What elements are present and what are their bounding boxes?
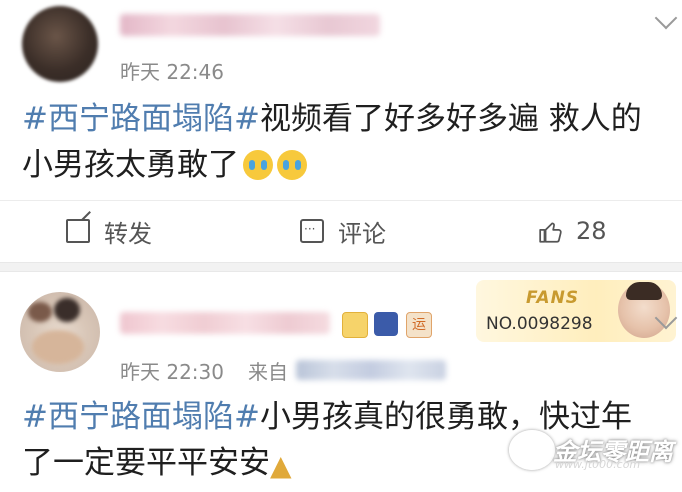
hashtag-link[interactable]: #西宁路面塌陷#	[22, 399, 260, 435]
watermark-url: www.jt000.com	[555, 458, 641, 471]
username-blurred[interactable]	[120, 14, 380, 36]
watermark: 金坛零距离 www.jt000.com	[505, 422, 675, 471]
source-label: 来自	[248, 360, 288, 384]
chevron-down-icon[interactable]	[654, 6, 678, 30]
username-blurred[interactable]	[120, 312, 330, 334]
comment-label: 评论	[338, 219, 386, 248]
crown-icon[interactable]	[342, 312, 368, 338]
fans-card[interactable]: FANS NO.0098298	[476, 280, 676, 342]
post-timestamp: 昨天 22:46	[120, 60, 224, 84]
post-timestamp: 昨天 22:30	[120, 360, 224, 384]
repost-button[interactable]: 转发	[66, 215, 152, 248]
post-separator	[0, 262, 682, 272]
post-text: #西宁路面塌陷#视频看了好多好多遍 救人的小男孩太勇敢了	[22, 96, 662, 188]
comment-button[interactable]: 评论	[300, 215, 386, 248]
like-count: 28	[576, 217, 607, 245]
source-blurred[interactable]	[296, 360, 446, 380]
praying-hands-emoji: ▲	[270, 449, 292, 482]
watermark-logo-icon	[509, 430, 555, 470]
comment-icon	[300, 219, 324, 243]
crying-emoji	[277, 150, 307, 180]
repost-label: 转发	[104, 219, 152, 248]
like-button[interactable]: 28	[538, 215, 607, 247]
fans-title: FANS	[526, 288, 580, 308]
avatar[interactable]	[22, 6, 98, 82]
weibo-post-1: 昨天 22:46 #西宁路面塌陷#视频看了好多好多遍 救人的小男孩太勇敢了 转发…	[0, 0, 682, 262]
fans-number: NO.0098298	[486, 314, 593, 334]
avatar[interactable]	[20, 292, 100, 372]
hashtag-link[interactable]: #西宁路面塌陷#	[22, 101, 260, 137]
star-icon[interactable]	[374, 312, 398, 336]
action-bar: 转发 评论 28	[0, 200, 682, 261]
crying-emoji	[243, 150, 273, 180]
yun-badge[interactable]: 运	[406, 312, 432, 338]
thumbs-up-icon	[538, 219, 562, 243]
repost-icon	[66, 219, 90, 243]
